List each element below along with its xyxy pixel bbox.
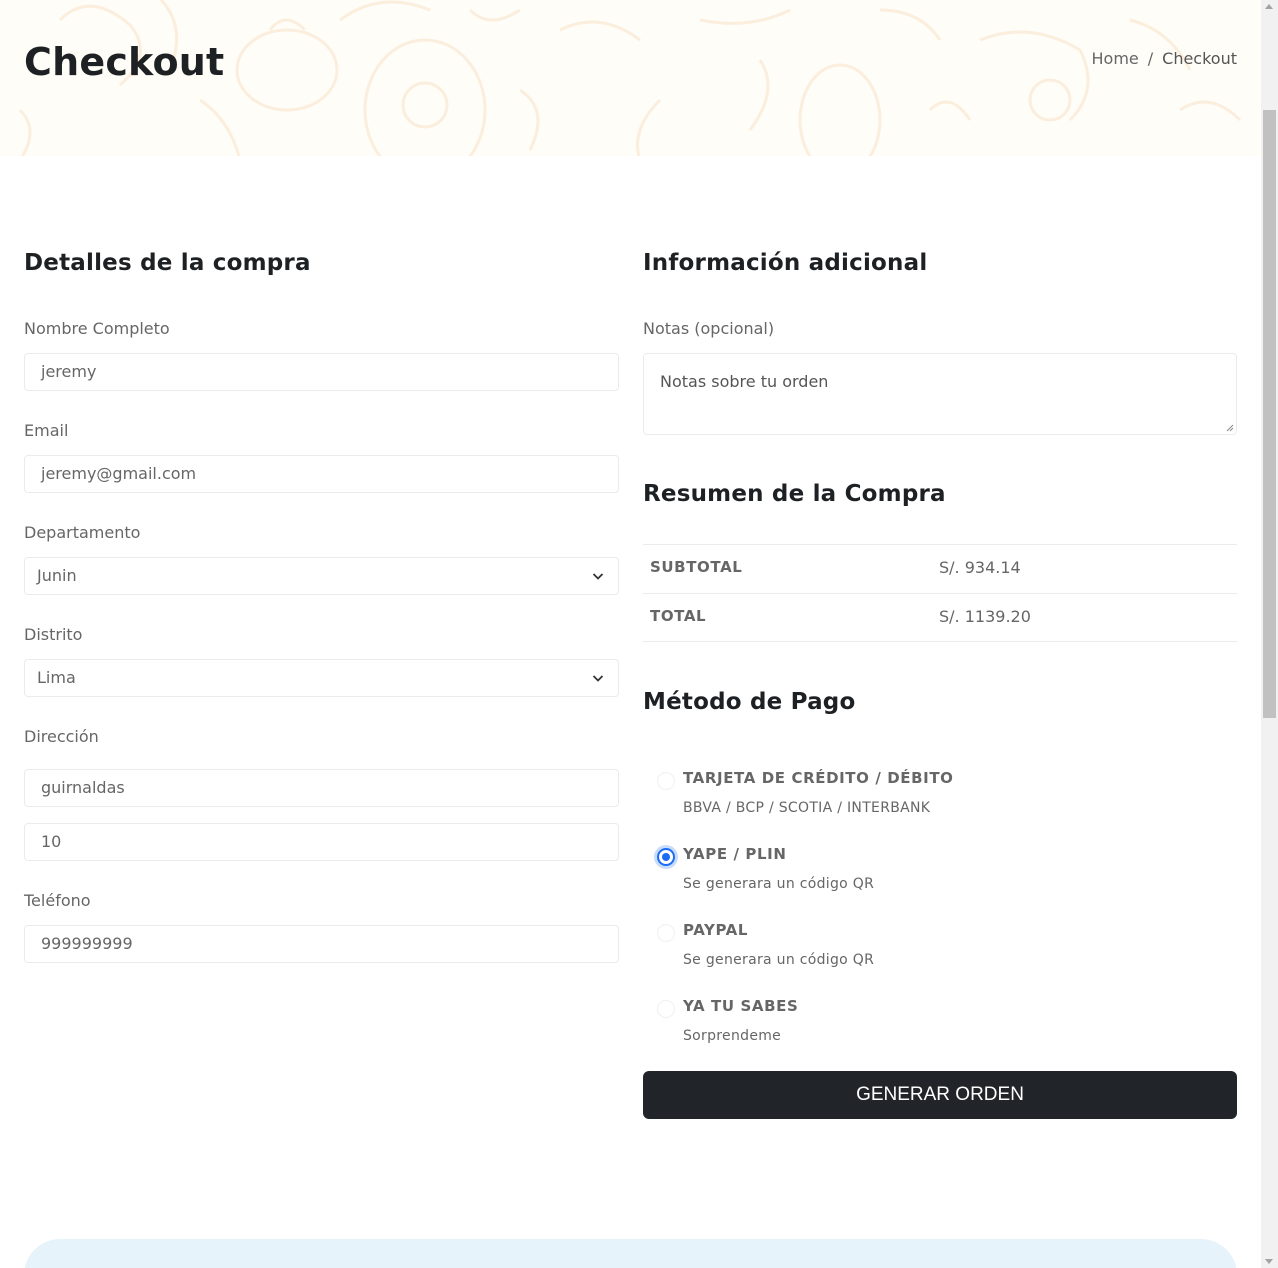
footer-banner — [24, 1239, 1237, 1268]
radio-yape-plin[interactable] — [657, 848, 675, 866]
payment-option-subtitle: Sorprendeme — [683, 1028, 782, 1044]
order-sidebar: Información adicional Notas (opcional) N… — [643, 250, 1237, 1119]
billing-heading: Detalles de la compra — [24, 250, 311, 276]
radio-card[interactable] — [657, 772, 675, 790]
department-select[interactable]: Junin — [24, 557, 619, 595]
department-label: Departamento — [24, 523, 141, 542]
generate-order-button[interactable]: GENERAR ORDEN — [643, 1071, 1237, 1119]
payment-option-title: YAPE / PLIN — [683, 845, 787, 863]
radio-ya-tu-sabes[interactable] — [657, 1000, 675, 1018]
notes-textarea[interactable]: Notas sobre tu orden — [643, 353, 1237, 435]
additional-info-heading: Información adicional — [643, 250, 928, 276]
full-name-input[interactable]: jeremy — [24, 353, 619, 391]
payment-option-title: PAYPAL — [683, 921, 749, 939]
payment-option-title: TARJETA DE CRÉDITO / DÉBITO — [683, 769, 954, 787]
payment-option-yape-plin[interactable]: YAPE / PLIN Se generara un código QR — [643, 840, 1237, 910]
total-value: S/. 1139.20 — [939, 607, 1031, 626]
address-label: Dirección — [24, 727, 99, 746]
district-select[interactable]: Lima — [24, 659, 619, 697]
notes-label: Notas (opcional) — [643, 319, 775, 338]
order-summary-table: SUBTOTAL S/. 934.14 TOTAL S/. 1139.20 — [643, 544, 1237, 642]
checkout-page: Checkout Home / Checkout Detalles de la … — [0, 0, 1261, 1268]
district-selected-value: Lima — [37, 668, 76, 687]
breadcrumb: Home / Checkout — [1092, 49, 1238, 68]
scrollbar-thumb[interactable] — [1263, 110, 1276, 718]
payment-option-ya-tu-sabes[interactable]: YA TU SABES Sorprendeme — [643, 992, 1237, 1062]
name-label: Nombre Completo — [24, 319, 170, 338]
phone-label: Teléfono — [24, 891, 91, 910]
address-line1-input[interactable]: guirnaldas — [24, 769, 619, 807]
breadcrumb-home-link[interactable]: Home — [1092, 49, 1139, 68]
table-row: SUBTOTAL S/. 934.14 — [643, 544, 1237, 593]
payment-method-heading: Método de Pago — [643, 689, 856, 715]
payment-option-subtitle: Se generara un código QR — [683, 876, 875, 892]
table-row: TOTAL S/. 1139.20 — [643, 593, 1237, 642]
subtotal-label: SUBTOTAL — [650, 558, 743, 576]
scroll-down-arrow-icon[interactable] — [1265, 1259, 1273, 1264]
email-label: Email — [24, 421, 69, 440]
chevron-down-icon — [592, 573, 604, 580]
scroll-up-arrow-icon[interactable] — [1265, 4, 1273, 9]
address-line2-input[interactable]: 10 — [24, 823, 619, 861]
payment-option-subtitle: BBVA / BCP / SCOTIA / INTERBANK — [683, 800, 931, 816]
phone-input[interactable]: 999999999 — [24, 925, 619, 963]
radio-paypal[interactable] — [657, 924, 675, 942]
breadcrumb-current: Checkout — [1162, 49, 1237, 68]
department-selected-value: Junin — [37, 566, 77, 585]
summary-heading: Resumen de la Compra — [643, 481, 946, 507]
district-label: Distrito — [24, 625, 83, 644]
vertical-scrollbar[interactable] — [1261, 0, 1278, 1268]
payment-option-subtitle: Se generara un código QR — [683, 952, 875, 968]
page-title: Checkout — [24, 40, 225, 84]
total-label: TOTAL — [650, 607, 707, 625]
email-input[interactable]: jeremy@gmail.com — [24, 455, 619, 493]
payment-option-title: YA TU SABES — [683, 997, 799, 1015]
resize-handle-icon[interactable] — [1226, 424, 1234, 432]
chevron-down-icon — [592, 675, 604, 682]
subtotal-value: S/. 934.14 — [939, 558, 1021, 577]
page-header: Checkout Home / Checkout — [0, 0, 1261, 156]
billing-details-form: Detalles de la compra Nombre Completo je… — [24, 250, 619, 963]
payment-option-card[interactable]: TARJETA DE CRÉDITO / DÉBITO BBVA / BCP /… — [643, 764, 1237, 834]
breadcrumb-separator: / — [1147, 49, 1154, 68]
notes-placeholder: Notas sobre tu orden — [660, 372, 829, 391]
payment-option-paypal[interactable]: PAYPAL Se generara un código QR — [643, 916, 1237, 986]
